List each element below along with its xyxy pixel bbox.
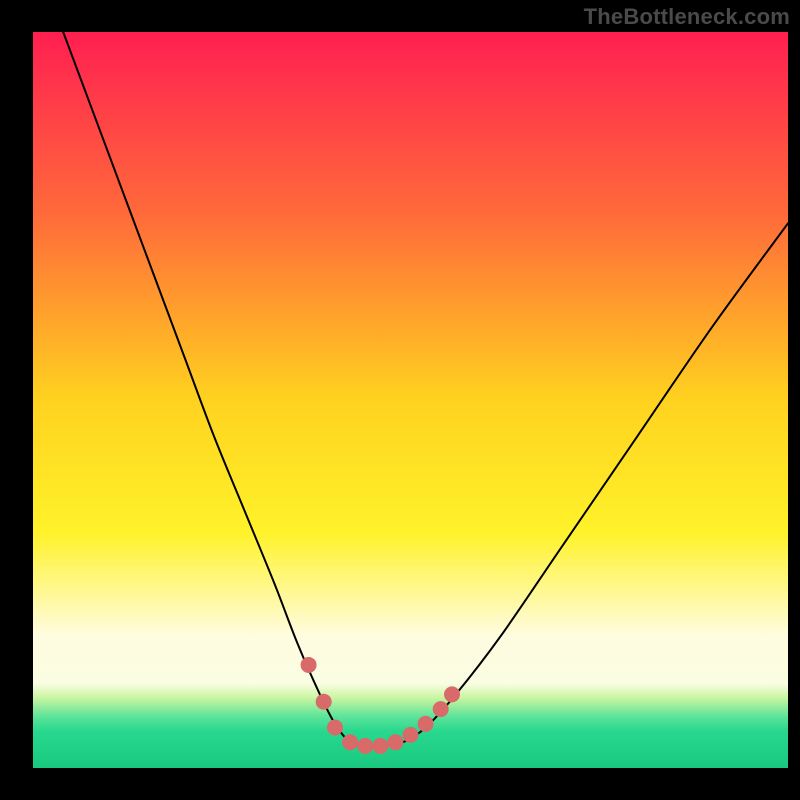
highlight-dot: [387, 734, 403, 750]
highlight-dot: [433, 701, 449, 717]
highlight-dot: [316, 694, 332, 710]
highlight-dot: [403, 727, 419, 743]
highlight-dot: [301, 657, 317, 673]
highlight-dot: [372, 738, 388, 754]
chart-frame: TheBottleneck.com: [0, 0, 800, 800]
highlight-dot: [357, 738, 373, 754]
gradient-background: [33, 32, 788, 768]
highlight-dot: [418, 716, 434, 732]
highlight-dot: [444, 686, 460, 702]
highlight-dot: [327, 720, 343, 736]
bottleneck-chart: [0, 0, 800, 800]
highlight-dot: [342, 734, 358, 750]
